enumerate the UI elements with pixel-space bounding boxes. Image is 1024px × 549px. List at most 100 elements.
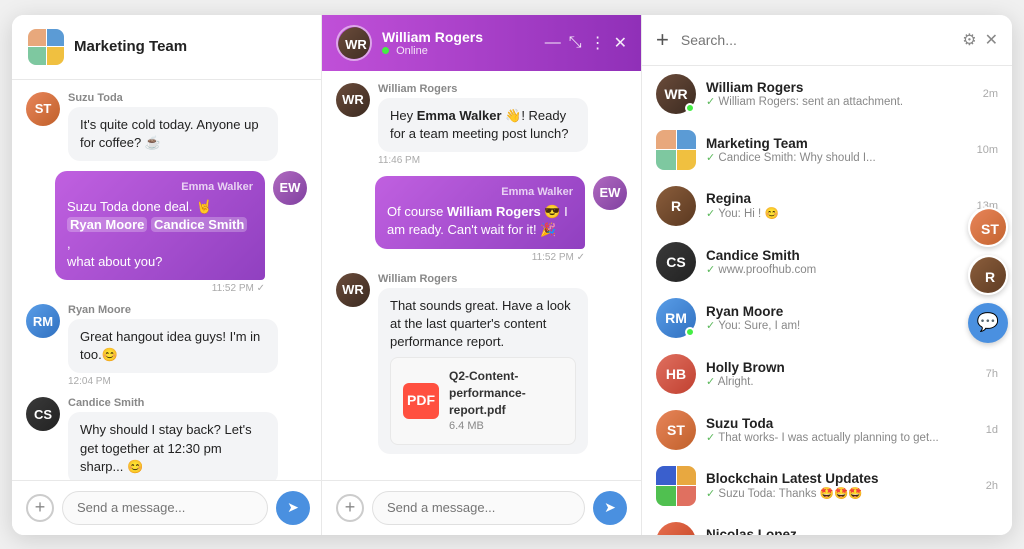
message-time: 11:46 PM bbox=[378, 155, 588, 166]
pdf-attachment[interactable]: PDF Q2-Content-performance-report.pdf 6.… bbox=[390, 357, 576, 445]
message-input[interactable] bbox=[62, 491, 268, 525]
message-row: CS Candice Smith Why should I stay back?… bbox=[26, 397, 307, 479]
group-chat-title: Marketing Team bbox=[74, 38, 187, 55]
contact-name: Holly Brown bbox=[706, 360, 976, 375]
contact-preview: ✓ You: Sure, I am! bbox=[706, 319, 976, 332]
message-row: EW Emma Walker Of course William Rogers … bbox=[336, 176, 627, 263]
close-icon[interactable]: ✕ bbox=[614, 33, 627, 53]
avatar: ST bbox=[26, 92, 60, 126]
floating-avatar[interactable]: ST bbox=[968, 207, 1008, 247]
group-messages-area: ST Suzu Toda It's quite cold today. Anyo… bbox=[12, 80, 321, 480]
dm-header-info: William Rogers Online bbox=[382, 29, 535, 57]
contact-avatar-wrap: ST bbox=[656, 410, 696, 450]
dm-contact-name: William Rogers bbox=[382, 29, 535, 45]
sender-name: Candice Smith bbox=[68, 397, 278, 409]
contact-time: 2h bbox=[986, 480, 998, 492]
online-indicator bbox=[685, 103, 695, 113]
contact-avatar: CS bbox=[656, 242, 696, 282]
send-button[interactable]: ➤ bbox=[276, 491, 310, 525]
contact-preview: ✓ Alright. bbox=[706, 375, 976, 388]
message-bubble: Hey Emma Walker 👋! Ready for a team meet… bbox=[378, 98, 588, 152]
contact-time: 1d bbox=[986, 424, 998, 436]
sender-name: Emma Walker bbox=[387, 185, 573, 200]
message-bubble: Emma Walker Of course William Rogers 😎 I… bbox=[375, 176, 585, 249]
message-bubble: Why should I stay back? Let's get togeth… bbox=[68, 412, 278, 479]
contact-item[interactable]: Marketing Team ✓ Candice Smith: Why shou… bbox=[642, 122, 1012, 178]
checkmark-icon: ✓ bbox=[706, 264, 715, 276]
contact-name: Ryan Moore bbox=[706, 304, 976, 319]
new-chat-button[interactable]: + bbox=[656, 27, 669, 53]
attachment-button[interactable]: + bbox=[336, 494, 364, 522]
floating-avatar[interactable]: R bbox=[968, 255, 1008, 295]
message-row: WR William Rogers That sounds great. Hav… bbox=[336, 273, 627, 454]
contact-preview: ✓ www.proofhub.com bbox=[706, 263, 976, 276]
more-icon[interactable]: ⋮ bbox=[590, 33, 606, 53]
avatar: RM bbox=[26, 304, 60, 338]
contact-preview: ✓ Candice Smith: Why should I... bbox=[706, 151, 967, 164]
right-panel: + ⚙ ✕ WR William Rogers ✓ William Rogers… bbox=[642, 15, 1012, 535]
contact-avatar: R bbox=[656, 186, 696, 226]
contact-avatar: ST bbox=[656, 410, 696, 450]
checkmark-icon: ✓ bbox=[706, 432, 715, 444]
message-row: ST Suzu Toda It's quite cold today. Anyo… bbox=[26, 92, 307, 161]
contact-item[interactable]: WR William Rogers ✓ William Rogers: sent… bbox=[642, 66, 1012, 122]
contact-info: Marketing Team ✓ Candice Smith: Why shou… bbox=[706, 136, 967, 164]
pdf-filename: Q2-Content-performance-report.pdf bbox=[449, 368, 563, 418]
dm-contact-avatar: WR bbox=[336, 25, 372, 61]
chat-input-area: + ➤ bbox=[12, 480, 321, 535]
contact-info: Candice Smith ✓ www.proofhub.com bbox=[706, 248, 976, 276]
contact-info: William Rogers ✓ William Rogers: sent an… bbox=[706, 80, 973, 108]
pdf-info: Q2-Content-performance-report.pdf 6.4 MB bbox=[449, 368, 563, 434]
contact-avatar-wrap bbox=[656, 130, 696, 170]
contact-info: Holly Brown ✓ Alright. bbox=[706, 360, 976, 388]
checkmark-icon: ✓ bbox=[706, 208, 715, 220]
send-button[interactable]: ➤ bbox=[593, 491, 627, 525]
contact-avatar-wrap: R bbox=[656, 186, 696, 226]
message-bubble: It's quite cold today. Anyone up for cof… bbox=[68, 107, 278, 161]
search-input[interactable] bbox=[681, 32, 954, 48]
minimize-icon[interactable]: — bbox=[545, 34, 561, 52]
settings-icon[interactable]: ⚙ bbox=[962, 30, 976, 50]
contact-avatar-wrap: HB bbox=[656, 354, 696, 394]
avatar: WR bbox=[336, 273, 370, 307]
contact-preview: ✓ Suzu Toda: Thanks 🤩🤩🤩 bbox=[706, 486, 976, 500]
attachment-button[interactable]: + bbox=[26, 494, 54, 522]
sender-name: Suzu Toda bbox=[68, 92, 278, 104]
contact-item[interactable]: Blockchain Latest Updates ✓ Suzu Toda: T… bbox=[642, 458, 1012, 514]
avatar: CS bbox=[26, 397, 60, 431]
contact-preview: ✓ You: Hi ! 😊 bbox=[706, 206, 967, 220]
dm-header-actions: — ⤡ ⋮ ✕ bbox=[545, 33, 627, 53]
contact-time: 2m bbox=[983, 88, 998, 100]
contact-info: Ryan Moore ✓ You: Sure, I am! bbox=[706, 304, 976, 332]
contact-item[interactable]: R Regina ✓ You: Hi ! 😊 13m bbox=[642, 178, 1012, 234]
contact-preview: ✓ William Rogers: sent an attachment. bbox=[706, 95, 973, 108]
app-container: Marketing Team ST Suzu Toda It's quite c… bbox=[12, 15, 1012, 535]
contact-avatar-wrap: RM bbox=[656, 298, 696, 338]
close-panel-icon[interactable]: ✕ bbox=[985, 30, 998, 50]
sender-name: Ryan Moore bbox=[68, 304, 278, 316]
message-time: 12:04 PM bbox=[68, 376, 278, 387]
contact-avatar: NL bbox=[656, 522, 696, 535]
contact-avatar: HB bbox=[656, 354, 696, 394]
sender-name: William Rogers bbox=[378, 273, 588, 285]
contact-preview: ✓ That works- I was actually planning to… bbox=[706, 431, 976, 444]
chat-fab-button[interactable]: 💬 bbox=[968, 303, 1008, 343]
contact-item[interactable]: NL Nicolas Lopez ✓ lol 😊😊 1w bbox=[642, 514, 1012, 535]
contact-item[interactable]: HB Holly Brown ✓ Alright. 7h bbox=[642, 346, 1012, 402]
message-input[interactable] bbox=[372, 491, 585, 525]
contact-item[interactable]: CS Candice Smith ✓ www.proofhub.com 1h bbox=[642, 234, 1012, 290]
contact-time: 10m bbox=[977, 144, 998, 156]
contact-info: Suzu Toda ✓ That works- I was actually p… bbox=[706, 416, 976, 444]
middle-panel: WR William Rogers Online — ⤡ ⋮ ✕ WR bbox=[322, 15, 642, 535]
contact-item[interactable]: RM Ryan Moore ✓ You: Sure, I am! 5h bbox=[642, 290, 1012, 346]
contact-list: WR William Rogers ✓ William Rogers: sent… bbox=[642, 66, 1012, 535]
message-bubble: That sounds great. Have a look at the la… bbox=[378, 288, 588, 454]
floating-avatars: ST R 💬 bbox=[964, 199, 1012, 351]
dm-header: WR William Rogers Online — ⤡ ⋮ ✕ bbox=[322, 15, 641, 71]
contacts-header: + ⚙ ✕ bbox=[642, 15, 1012, 66]
contact-info: Blockchain Latest Updates ✓ Suzu Toda: T… bbox=[706, 471, 976, 500]
expand-icon[interactable]: ⤡ bbox=[569, 34, 582, 52]
contact-item[interactable]: ST Suzu Toda ✓ That works- I was actuall… bbox=[642, 402, 1012, 458]
dm-input-area: + ➤ bbox=[322, 480, 641, 535]
group-avatar bbox=[28, 29, 64, 65]
